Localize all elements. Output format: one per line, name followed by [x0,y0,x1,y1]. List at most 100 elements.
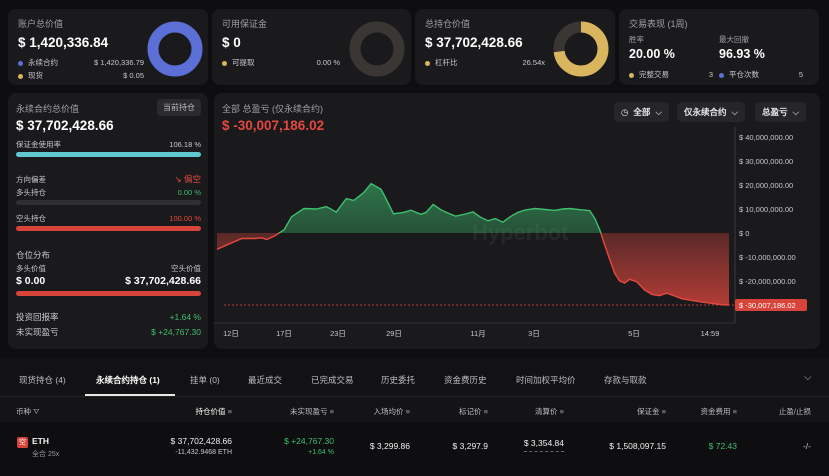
margin-donut [349,21,405,77]
long-row: 多头持仓 0.00 % [16,187,201,198]
tab-3[interactable]: 挂单 (0) [190,374,220,386]
tab-8[interactable]: 时间加权平均价 [516,374,576,386]
long-value-label: 多头价值 [16,264,46,273]
sort-icon[interactable]: ≡ [558,407,564,416]
collapse-chevron-icon[interactable]: ⌵ [804,372,812,383]
y-tick-label: $ 40,000,000.00 [739,133,793,142]
account-donut [147,21,203,77]
column-header-label: 持仓价值 [195,407,226,416]
trades-label: 完整交易 [639,70,669,79]
short-amount: $ 37,702,428.66 [125,275,201,287]
column-header-6[interactable]: 清算价 ≡ [535,406,564,417]
winrate-label: 胜率 [629,35,644,44]
tab-5[interactable]: 已完成交易 [311,374,354,386]
bias-row: 方向偏差 ↘ 偏空 [16,173,201,185]
tab-9[interactable]: 存款与取款 [604,374,647,386]
mark-price-cell: $ 3,297.9 [452,441,488,451]
table-row[interactable]: 空 ETH 全合 25x $ 37,702,428.66 -11,432.946… [0,424,829,476]
sort-icon[interactable]: ≡ [731,407,737,416]
column-header-1[interactable]: 币种 ⛛ [16,406,39,417]
short-value: 100.00 % [169,214,201,223]
position-value-cell: $ 37,702,428.66 [170,436,232,446]
roi-label: 投资回报率 [16,312,59,322]
tab-4[interactable]: 最近成交 [248,374,282,386]
column-header-label: 标记价 [459,407,482,416]
pnl-chart-panel: 全部 总盈亏 (仅永续合约) $ -30,007,186.02 ◷ 全部 ⌵ 仅… [214,93,820,349]
upnl-label: 未实现盈亏 [16,327,59,337]
spot-value: $ 0.05 [123,71,144,80]
position-title: 总持仓价值 [425,19,471,29]
upnl-row: 未实现盈亏 $ +24,767.30 [16,326,201,338]
tab-6[interactable]: 历史委托 [381,374,415,386]
column-header-3[interactable]: 未实现盈亏 ≡ [290,406,334,417]
sort-icon[interactable]: ≡ [226,407,232,416]
short-label: 空头持仓 [16,214,46,223]
margin-usage-bar [16,152,201,157]
trades-value: 3 [708,70,713,79]
tab-2[interactable]: 永续合约持仓 (1) [96,374,160,386]
withdraw-label: 可提取 [232,58,255,67]
sort-icon[interactable]: ≡ [482,407,488,416]
tab-1[interactable]: 现货持仓 (4) [19,374,66,386]
x-tick-label: 3日 [528,329,540,338]
blue-dot-icon [18,60,23,66]
trend-down-icon: ↘ [174,174,184,184]
x-tick-label: 17日 [276,329,292,338]
close-label: 平仓次数 [729,70,759,79]
y-tick-label: $ 0 [739,229,749,238]
column-header-label: 未实现盈亏 [290,407,328,416]
drawdown-label: 最大回撤 [719,35,749,44]
margin-usage-value: 106.18 % [169,140,201,149]
tpsl-cell[interactable]: -/- [803,441,811,451]
column-header-4[interactable]: 入场均价 ≡ [374,406,410,417]
current-position-button[interactable]: 当前持仓 [157,99,201,116]
margin-card: 可用保证金 $ 0 可提取 0.00 % [212,9,411,85]
perp-total-label: 永续合约总价值 [16,104,80,114]
spot-row: 现货 $ 0.05 [18,70,144,81]
column-header-label: 资金费用 [700,407,731,416]
account-value-card: 账户总价值 $ 1,420,336.84 永续合约 $ 1,420,336.79… [8,9,208,85]
y-tick-label: $ -10,000,000.00 [739,253,796,262]
y-tick-label: $ 10,000,000.00 [739,205,793,214]
x-tick-label: 5日 [628,329,640,338]
position-size-cell: -11,432.9468 ETH [175,449,232,456]
leverage-value: 26.54x [522,58,545,67]
perp-row: 永续合约 $ 1,420,336.79 [18,57,144,68]
pnl-area-chart: Hyperbot $ 40,000,000.00$ 30,000,000.00$… [214,127,807,338]
margin-usage-label: 保证金使用率 [16,140,61,149]
column-header-2[interactable]: 持仓价值 ≡ [196,406,232,417]
long-bar [16,200,201,205]
sort-icon[interactable]: ≡ [328,407,334,416]
column-header-8[interactable]: 资金费用 ≡ [701,406,737,417]
column-header-label: 保证金 [637,407,660,416]
x-tick-label: 29日 [386,329,402,338]
coin-name[interactable]: ETH [32,436,49,446]
filter-icon[interactable]: ⛛ [31,407,39,416]
bias-label: 方向偏差 [16,174,46,184]
column-header-7[interactable]: 保证金 ≡ [637,406,666,417]
gold-dot-icon [18,73,23,79]
coin-badge: 空 [17,437,28,448]
x-tick-label: 11月 [470,329,485,338]
margin-title: 可用保证金 [222,19,268,29]
perp-summary-panel: 永续合约总价值 当前持仓 $ 37,702,428.66 保证金使用率 106.… [8,93,208,349]
column-header-5[interactable]: 标记价 ≡ [459,406,488,417]
sort-icon[interactable]: ≡ [404,407,410,416]
y-tick-label: $ 20,000,000.00 [739,181,793,190]
funding-cell: $ 72.43 [708,441,737,451]
sort-icon[interactable]: ≡ [660,407,666,416]
performance-card: 交易表现 (1周) 胜率 20.00 % 最大回撤 96.93 % 完整交易 3… [619,9,819,85]
winrate-value: 20.00 % [629,47,675,61]
liq-price-cell: $ 3,354.84 [523,438,564,452]
distribution-bar [16,291,201,296]
blue-dot-icon [719,72,724,78]
position-donut [553,21,609,77]
gold-dot-icon [629,72,634,78]
coin-mode: 全合 25x [32,451,60,458]
column-header-9[interactable]: 止盈/止损 [779,406,811,417]
account-value-title: 账户总价值 [18,19,64,29]
perp-label: 永续合约 [28,58,58,67]
close-row: 平仓次数 5 [719,69,803,80]
perp-total-value: $ 37,702,428.66 [16,118,114,133]
tab-7[interactable]: 资金费历史 [444,374,487,386]
